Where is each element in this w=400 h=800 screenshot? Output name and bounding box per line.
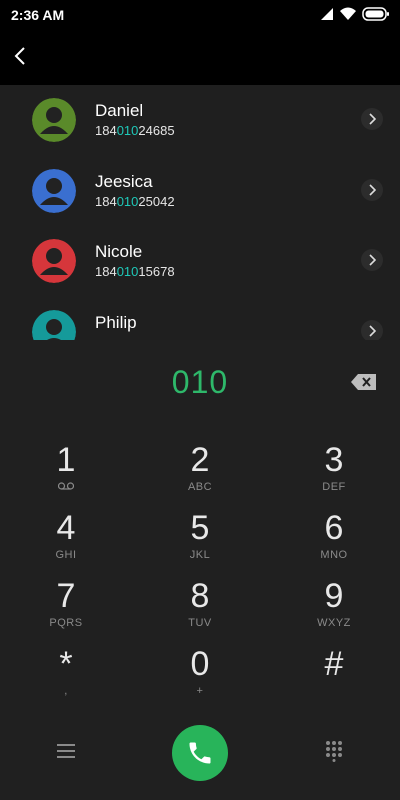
avatar xyxy=(32,310,76,340)
chevron-right-icon xyxy=(369,325,376,337)
back-button[interactable] xyxy=(8,44,32,68)
contact-name: Philip xyxy=(95,313,137,332)
key-hash[interactable]: # xyxy=(294,644,374,704)
contact-detail-button[interactable] xyxy=(361,108,383,130)
contact-row-philip[interactable]: Philip xyxy=(0,310,400,340)
person-icon xyxy=(32,169,76,213)
contact-suggestions: Daniel 18401024685 Jeesica 18401025042 N… xyxy=(0,85,400,340)
keypad-toggle-button[interactable] xyxy=(324,740,344,767)
menu-icon xyxy=(57,744,75,758)
key-8[interactable]: 8 TUV xyxy=(160,576,240,636)
phone-icon xyxy=(189,742,211,764)
key-4[interactable]: 4 GHI xyxy=(26,508,106,568)
avatar xyxy=(32,169,76,213)
key-0[interactable]: 0 + xyxy=(160,644,240,704)
voicemail-icon xyxy=(58,482,74,490)
dialpad: 010 1 2 ABC 3 DEF 4 GHI 5 JKL 6 MNO 7 PQ… xyxy=(0,340,400,800)
avatar xyxy=(32,239,76,283)
keypad-icon xyxy=(326,741,342,762)
key-7[interactable]: 7 PQRS xyxy=(26,576,106,636)
contact-number: 18401015678 xyxy=(95,264,175,279)
contact-number: 18401024685 xyxy=(95,123,175,138)
person-icon xyxy=(32,310,76,340)
key-2[interactable]: 2 ABC xyxy=(160,440,240,500)
contact-row-daniel[interactable]: Daniel 18401024685 xyxy=(0,98,400,168)
signal-icon xyxy=(321,8,333,20)
contact-detail-button[interactable] xyxy=(361,320,383,340)
contact-row-jeesica[interactable]: Jeesica 18401025042 xyxy=(0,169,400,239)
contact-name: Jeesica xyxy=(95,172,153,191)
chevron-right-icon xyxy=(369,184,376,196)
key-5[interactable]: 5 JKL xyxy=(160,508,240,568)
avatar xyxy=(32,98,76,142)
status-bar: 2:36 AM xyxy=(0,0,400,30)
status-time: 2:36 AM xyxy=(11,7,65,23)
key-1[interactable]: 1 xyxy=(26,440,106,500)
battery-icon xyxy=(362,7,389,21)
key-star[interactable]: * , xyxy=(26,644,106,704)
status-icons xyxy=(320,7,390,21)
call-button[interactable] xyxy=(172,725,228,781)
person-icon xyxy=(32,239,76,283)
chevron-left-icon xyxy=(14,47,25,65)
chevron-right-icon xyxy=(369,113,376,125)
menu-button[interactable] xyxy=(56,742,76,765)
dialed-number: 010 xyxy=(171,364,229,400)
key-9[interactable]: 9 WXYZ xyxy=(294,576,374,636)
wifi-icon xyxy=(340,7,356,20)
key-3[interactable]: 3 DEF xyxy=(294,440,374,500)
contact-detail-button[interactable] xyxy=(361,179,383,201)
contact-detail-button[interactable] xyxy=(361,249,383,271)
contact-name: Daniel xyxy=(95,101,144,120)
backspace-icon xyxy=(351,374,376,390)
contact-name: Nicole xyxy=(95,242,143,261)
backspace-button[interactable] xyxy=(350,372,378,392)
contact-row-nicole[interactable]: Nicole 18401015678 xyxy=(0,239,400,309)
chevron-right-icon xyxy=(369,254,376,266)
contact-number: 18401025042 xyxy=(95,194,175,209)
top-bar xyxy=(0,30,400,85)
person-icon xyxy=(32,98,76,142)
key-6[interactable]: 6 MNO xyxy=(294,508,374,568)
